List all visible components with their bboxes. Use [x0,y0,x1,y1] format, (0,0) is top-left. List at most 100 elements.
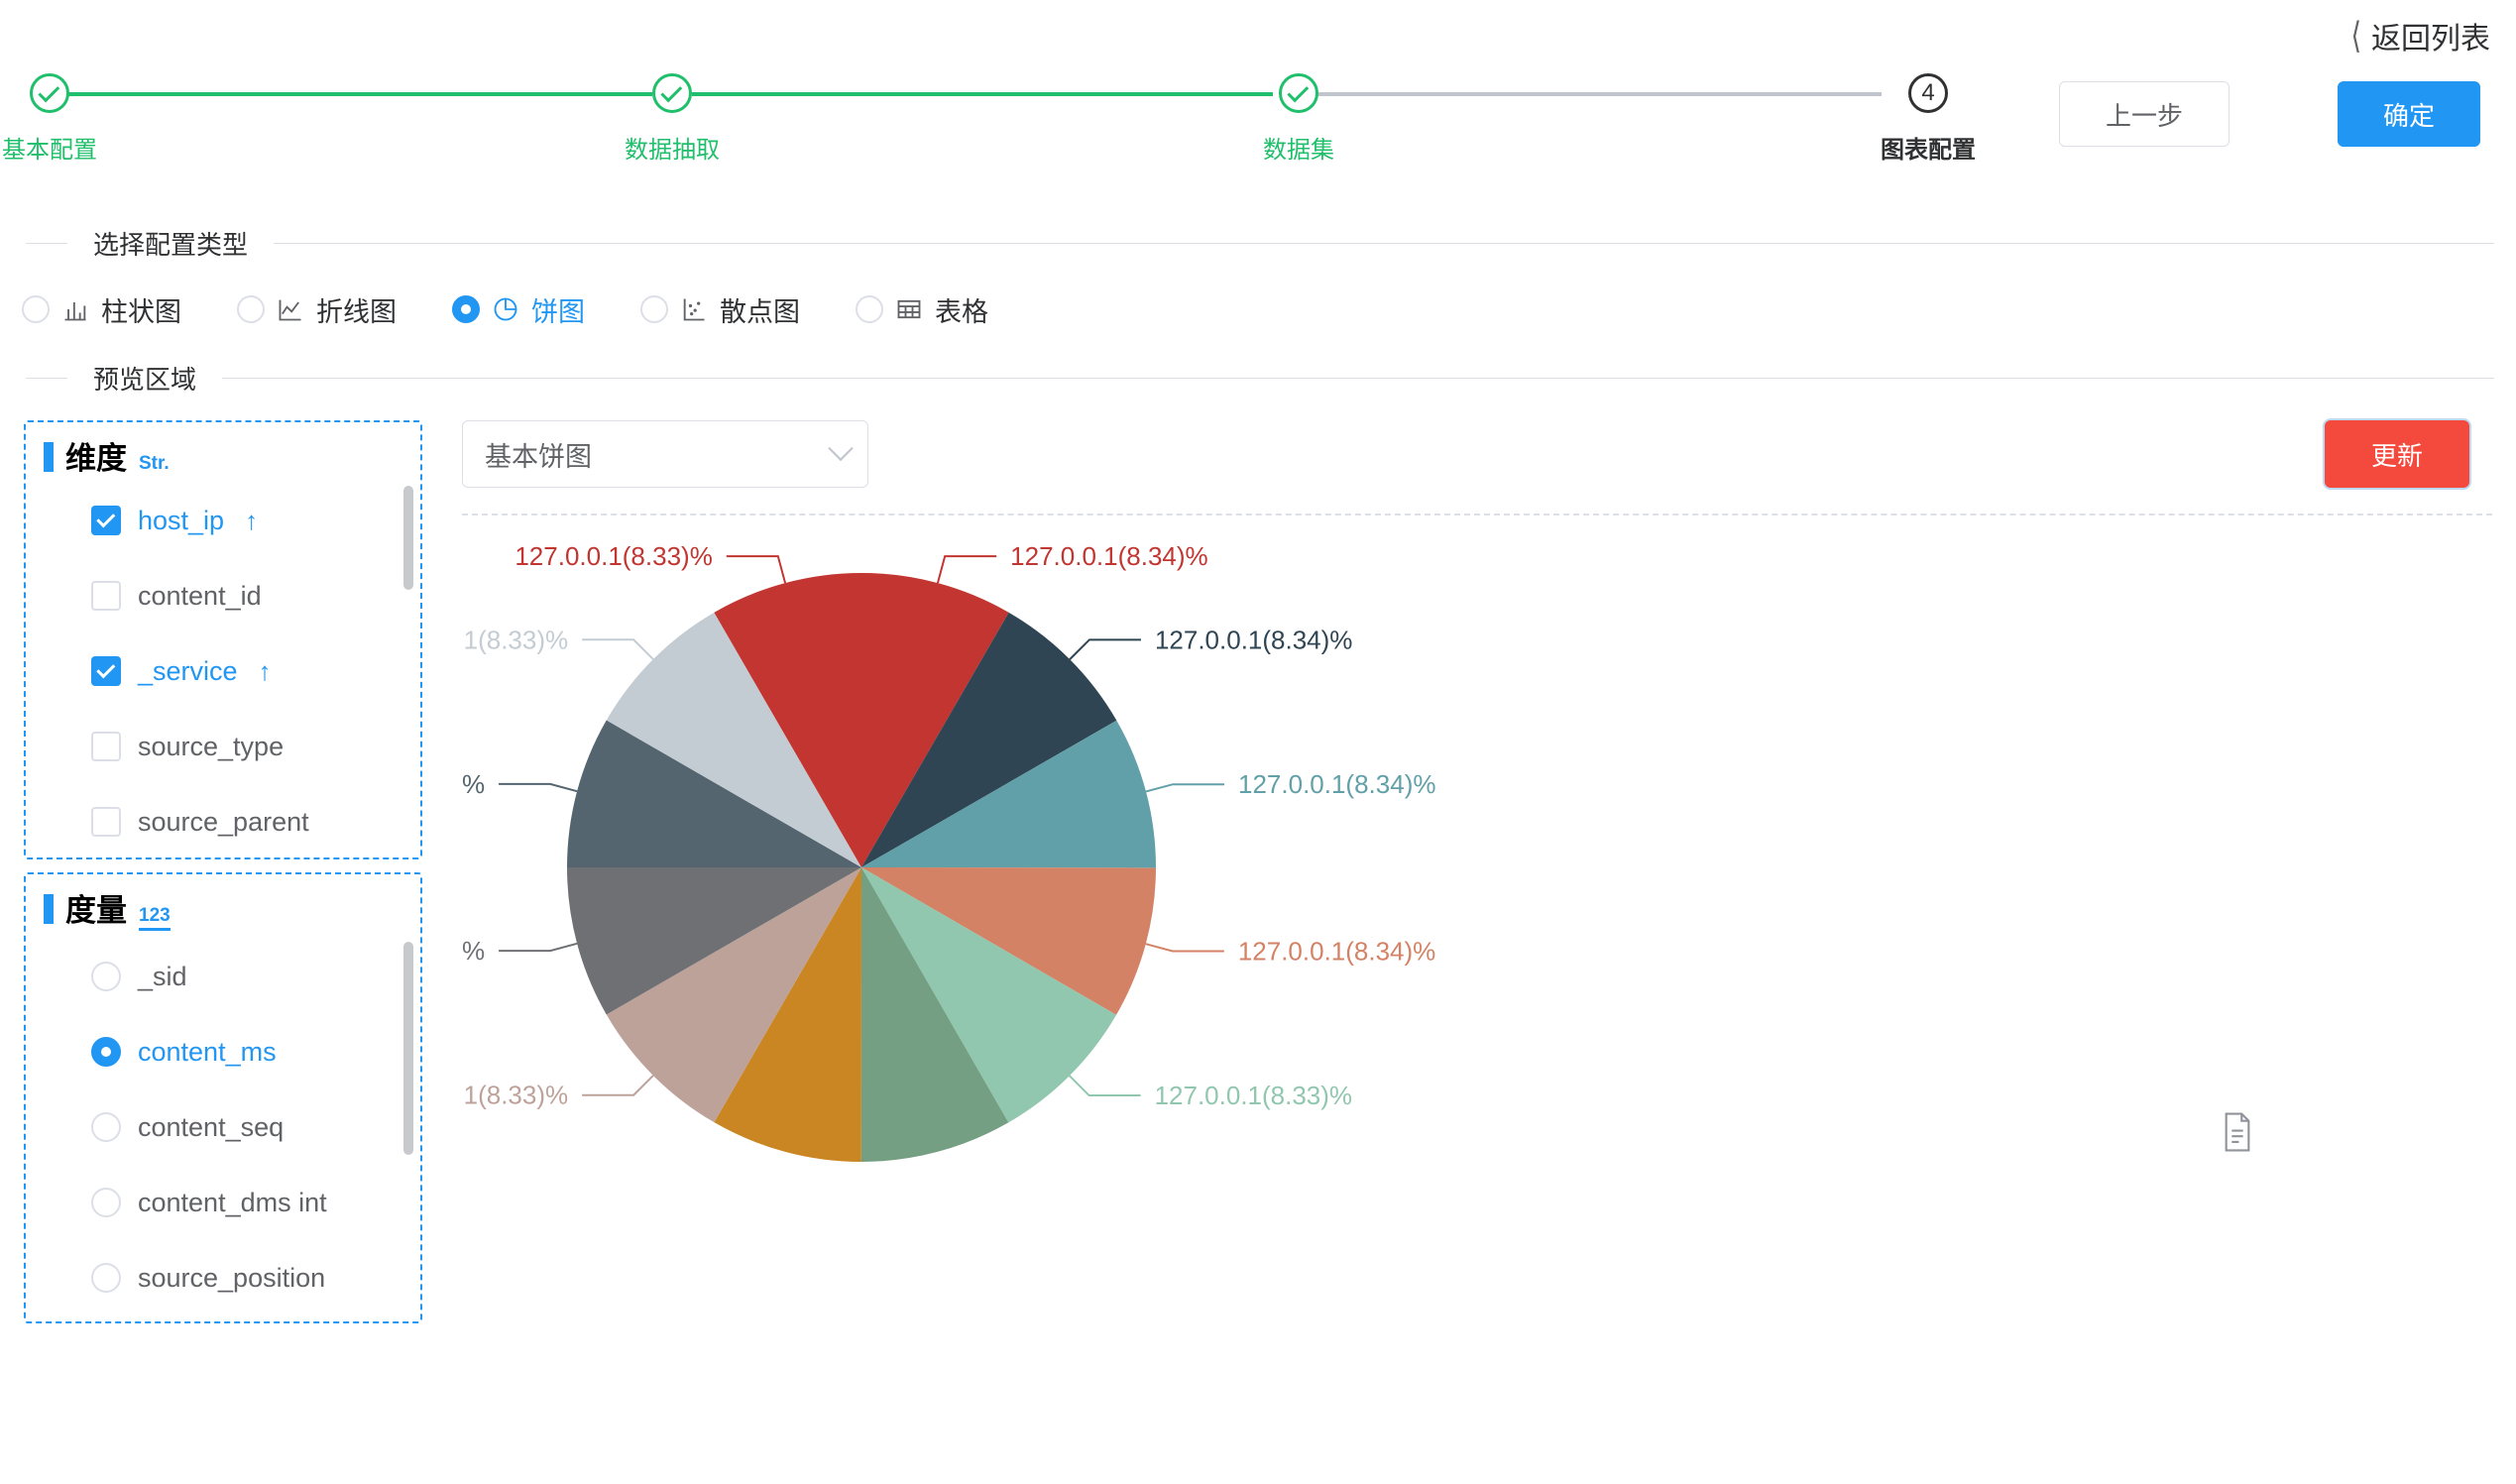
pie-slice-label: 127.0.0.1(8.33)% [462,769,485,799]
pie-leader-line [1145,943,1224,953]
dimension-field-source-parent[interactable]: source_parent [91,784,420,857]
chart-type-label-line: 折线图 [316,296,397,327]
step-item-1[interactable]: 基本配置 [0,73,129,165]
radio-sid[interactable] [91,962,121,991]
step-item-2[interactable]: 数据抽取 [593,73,751,165]
radio-content-ms[interactable] [91,1037,121,1067]
measure-field-label-0: _sid [138,961,187,991]
scatter-chart-icon [683,298,705,321]
dimension-field-label-4: source_parent [138,806,309,837]
measure-field-content-dms-int[interactable]: content_dms int [91,1165,420,1240]
step-3-label: 数据集 [1263,137,1334,164]
chart-type-label-scatter: 散点图 [720,296,800,327]
dimension-field-service[interactable]: _service ↑ [91,633,420,709]
radio-scatter[interactable] [640,295,668,323]
chart-type-option-table[interactable]: 表格 [856,290,988,329]
pie-leader-line [1069,638,1141,660]
chevron-down-icon [828,435,854,462]
radio-pie[interactable] [452,295,480,323]
checkbox-service[interactable] [91,656,121,686]
dimension-type-tag: Str. [139,453,170,474]
bar-chart-icon [64,302,86,321]
radio-line[interactable] [237,295,265,323]
step-item-4[interactable]: 4 图表配置 [1849,73,2007,165]
dimension-field-content-id[interactable]: content_id [91,558,420,633]
measure-panel-scrollbar[interactable] [403,942,413,1155]
measure-field-label-2: content_seq [138,1111,285,1142]
pie-leader-line [1145,783,1225,793]
dimension-field-host-ip[interactable]: host_ip ↑ [91,483,420,558]
measure-field-content-seq[interactable]: content_seq [91,1089,420,1165]
document-icon[interactable] [2221,1112,2254,1152]
chart-type-option-pie[interactable]: 饼图 [452,290,585,329]
section-divider-right [274,242,2494,244]
step-item-3[interactable]: 数据集 [1219,73,1378,165]
pie-slice-label: 127.0.0.1(8.33)% [515,541,712,571]
pie-leader-line [936,555,997,584]
table-icon [897,299,921,319]
dimension-field-label-2: _service [138,655,238,686]
pie-chart-icon [494,297,517,321]
measure-title-text: 度量 [65,893,127,928]
radio-bar[interactable] [22,295,50,323]
dimension-panel-scrollbar[interactable] [403,486,413,590]
line-chart-icon [279,299,301,321]
checkbox-source-parent[interactable] [91,807,121,837]
pie-leader-line [582,638,654,660]
sort-asc-icon-service[interactable]: ↑ [259,656,272,687]
radio-content-dms-int[interactable] [91,1188,121,1217]
dimension-field-label-3: source_type [138,731,285,761]
checkbox-content-id[interactable] [91,581,121,611]
chart-type-radio-group: 柱状图 折线图 饼图 散点图 表格 [22,287,1044,331]
measure-panel-title: 度量 123 [26,874,420,935]
pie-leader-line [582,1075,654,1096]
prev-step-button[interactable]: 上一步 [2059,81,2230,147]
chart-type-label-bar: 柱状图 [101,296,181,327]
title-accent-bar [44,442,54,472]
checkbox-host-ip[interactable] [91,506,121,535]
section-header-config-type: 选择配置类型 [0,228,2516,260]
section-divider-left [26,242,67,244]
step-1-marker [30,73,69,113]
dimension-panel: 维度 Str. host_ip ↑ content_id _service ↑ … [24,420,422,859]
pie-slice-label: 127.0.0.1(8.34)% [1155,625,1352,654]
sort-asc-icon-host-ip[interactable]: ↑ [245,506,258,536]
chart-type-option-scatter[interactable]: 散点图 [640,290,800,329]
chevron-left-icon: ⟨ [2350,15,2361,56]
checkbox-source-type[interactable] [91,732,121,761]
pie-leader-line [499,782,578,793]
pie-slice-label: 127.0.0.1(8.34)% [1010,541,1207,571]
measure-field-sid[interactable]: _sid [91,939,420,1014]
measure-field-label-3: content_dms int [138,1187,327,1217]
pie-leader-line [1069,1075,1141,1097]
back-to-list-label: 返回列表 [2371,23,2490,56]
pie-slice-label: 127.0.0.1(8.34)% [1238,769,1435,799]
measure-field-label-1: content_ms [138,1036,277,1067]
step-4-number: 4 [1921,79,1935,106]
pie-slice-group[interactable] [567,573,1156,1162]
dimension-field-label-0: host_ip [138,505,225,535]
radio-content-seq[interactable] [91,1112,121,1142]
pie-slice-label: 127.0.0.1(8.33)% [462,1081,568,1110]
update-button[interactable]: 更新 [2325,420,2469,488]
pie-style-select-value: 基本饼图 [485,441,592,472]
confirm-button[interactable]: 确定 [2338,81,2480,147]
radio-source-position[interactable] [91,1263,121,1293]
measure-panel: 度量 123 _sid content_ms content_seq conte… [24,872,422,1323]
chart-type-label-table: 表格 [935,296,988,327]
step-2-label: 数据抽取 [625,137,720,164]
dimension-field-label-1: content_id [138,580,262,611]
back-to-list-link[interactable]: ⟨ 返回列表 [2350,14,2490,57]
wizard-stepper: 基本配置 数据抽取 数据集 4 图表配置 [0,73,2042,182]
chart-type-option-bar[interactable]: 柱状图 [22,290,181,329]
radio-table[interactable] [856,295,883,323]
pie-slice-label: 127.0.0.1(8.33)% [462,936,485,966]
dimension-field-list: host_ip ↑ content_id _service ↑ source_t… [26,483,420,857]
pie-leader-line [726,555,787,584]
measure-field-source-position[interactable]: source_position [91,1240,420,1315]
measure-field-content-ms[interactable]: content_ms [91,1014,420,1089]
pie-chart-svg[interactable]: 127.0.0.1(8.33)% 127.0.0.1(8.34)% 127.0.0.… [462,525,2492,1484]
dimension-field-source-type[interactable]: source_type [91,709,420,784]
chart-type-option-line[interactable]: 折线图 [237,290,397,329]
pie-style-select[interactable]: 基本饼图 [462,420,868,488]
